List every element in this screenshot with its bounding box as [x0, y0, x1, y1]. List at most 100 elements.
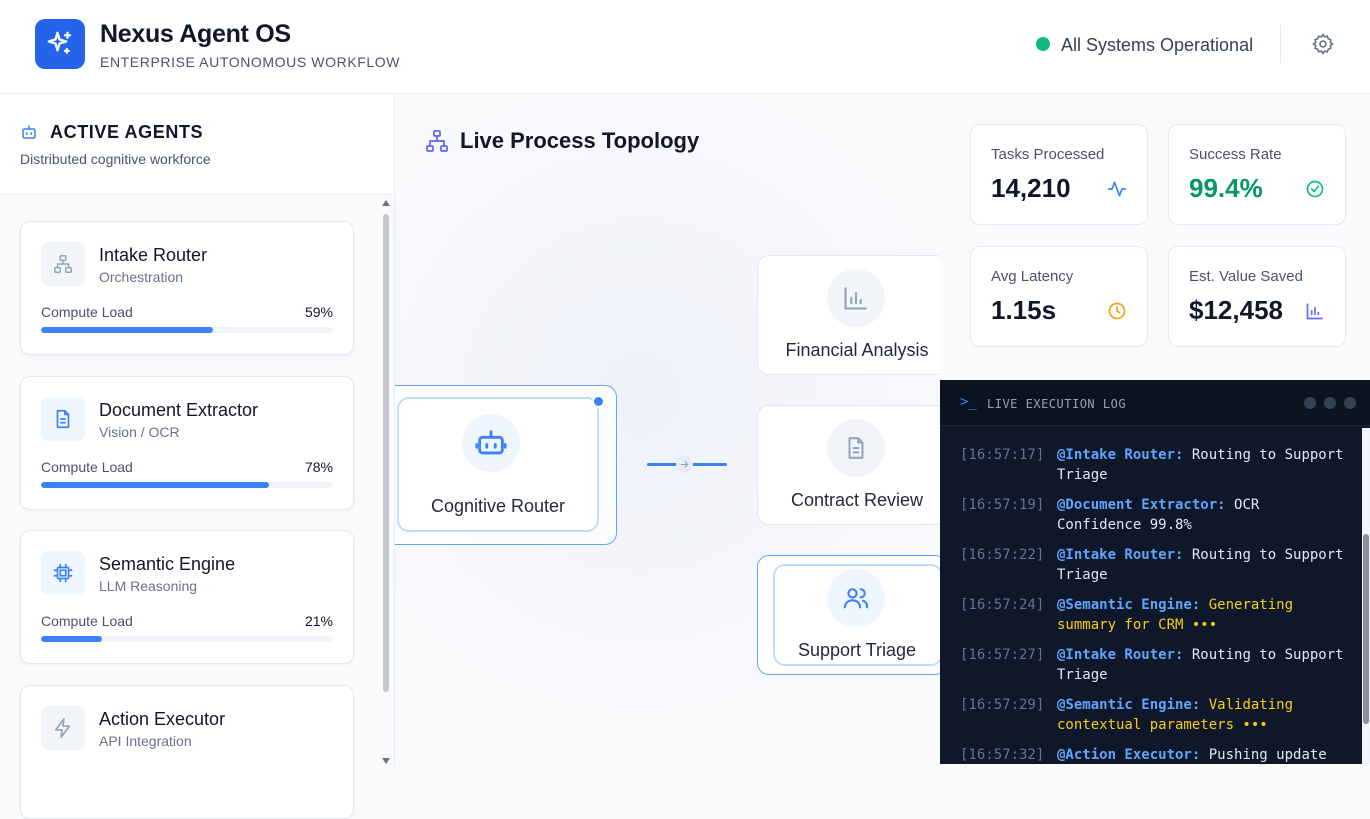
scrollbar-thumb[interactable]	[383, 214, 389, 692]
agent-name: Action Executor	[99, 709, 226, 729]
agent-type: API Integration	[99, 733, 192, 749]
agent-card-intake-router[interactable]: Intake Router Orchestration Compute Load…	[20, 221, 354, 355]
node-label: Financial Analysis	[785, 340, 929, 360]
log-message: @Action Executor: Pushing update	[1057, 745, 1347, 764]
network-icon	[425, 129, 449, 158]
log-agent: @Semantic Engine:	[1057, 697, 1201, 713]
status-indicator-dot	[1036, 37, 1050, 51]
agent-name: Semantic Engine	[99, 554, 236, 574]
node-label: Contract Review	[790, 490, 924, 510]
users-icon	[827, 569, 885, 627]
scroll-down-arrow[interactable]	[382, 758, 390, 764]
load-bar-fill	[41, 327, 214, 333]
window-dot	[1304, 397, 1316, 409]
agent-name: Document Extractor	[99, 400, 259, 420]
agents-sidebar: ACTIVE AGENTS Distributed cognitive work…	[0, 94, 395, 819]
log-time: [16:57:27]	[960, 647, 1045, 663]
load-label: Compute Load	[41, 304, 133, 320]
load-bar	[41, 482, 333, 488]
agent-type: Orchestration	[99, 269, 184, 285]
app-subtitle: ENTERPRISE AUTONOMOUS WORKFLOW	[100, 54, 401, 70]
log-agent: @Semantic Engine:	[1057, 597, 1201, 613]
log-time: [16:57:19]	[960, 497, 1045, 513]
app-header: Nexus Agent OS ENTERPRISE AUTONOMOUS WOR…	[0, 0, 1370, 94]
agent-type: Vision / OCR	[99, 424, 180, 440]
metric-value: $12,458	[1189, 295, 1283, 325]
metric-label: Tasks Processed	[991, 146, 1105, 163]
load-bar-fill	[41, 636, 103, 642]
log-scrollbar-thumb[interactable]	[1363, 534, 1369, 724]
agent-name: Intake Router	[99, 245, 208, 265]
gear-icon[interactable]	[1310, 31, 1336, 57]
window-dot	[1324, 397, 1336, 409]
topology-title: Live Process Topology	[460, 128, 700, 153]
load-label: Compute Load	[41, 459, 133, 475]
metric-value-saved: Est. Value Saved $12,458	[1168, 246, 1346, 347]
log-header: >_ LIVE EXECUTION LOG	[940, 380, 1370, 426]
log-agent: @Action Executor:	[1057, 747, 1201, 763]
load-value: 78%	[304, 459, 333, 475]
check-circle-icon	[1305, 179, 1325, 204]
log-message: @Intake Router: Routing to Support Triag…	[1057, 645, 1347, 685]
metric-label: Success Rate	[1189, 146, 1282, 163]
activity-icon	[1107, 179, 1127, 204]
clock-icon	[1107, 301, 1127, 326]
metrics-panel: Tasks Processed 14,210 Success Rate 99.4…	[940, 94, 1370, 380]
load-bar-fill	[41, 482, 269, 488]
metric-tasks-processed: Tasks Processed 14,210	[970, 124, 1148, 225]
sidebar-title: ACTIVE AGENTS	[50, 122, 204, 142]
sparkle-logo-icon	[35, 19, 85, 69]
lightning-icon	[41, 706, 85, 750]
sidebar-subtitle: Distributed cognitive workforce	[20, 151, 211, 167]
metric-success-rate: Success Rate 99.4%	[1168, 124, 1346, 225]
agent-card-semantic-engine[interactable]: Semantic Engine LLM Reasoning Compute Lo…	[20, 530, 354, 664]
log-agent: @Intake Router:	[1057, 447, 1184, 463]
document-icon	[41, 397, 85, 441]
log-time: [16:57:29]	[960, 697, 1045, 713]
log-body[interactable]: [16:57:17] @Intake Router: Routing to Su…	[940, 426, 1360, 764]
log-fade	[940, 426, 1360, 434]
window-dot	[1344, 397, 1356, 409]
load-bar	[41, 636, 333, 642]
router-label: Cognitive Router	[430, 496, 566, 516]
sidebar-scrollbar[interactable]	[380, 200, 392, 764]
terminal-icon: >_	[960, 394, 977, 410]
bar-chart-icon	[827, 269, 885, 327]
log-message: @Document Extractor: OCR Confidence 99.8…	[1057, 495, 1347, 535]
log-agent: @Document Extractor:	[1057, 497, 1226, 513]
agent-type: LLM Reasoning	[99, 578, 198, 594]
app-title: Nexus Agent OS	[100, 20, 291, 48]
load-value: 21%	[304, 613, 333, 629]
log-title: LIVE EXECUTION LOG	[987, 397, 1127, 411]
agent-card-document-extractor[interactable]: Document Extractor Vision / OCR Compute …	[20, 376, 354, 510]
scroll-up-arrow[interactable]	[382, 200, 390, 206]
log-agent: @Intake Router:	[1057, 647, 1184, 663]
arrow-right-icon	[676, 456, 693, 473]
log-message: @Semantic Engine: Validating contextual …	[1057, 695, 1347, 735]
load-label: Compute Load	[41, 613, 133, 629]
agent-card-action-executor[interactable]: Action Executor API Integration	[20, 685, 354, 819]
sidebar-header: ACTIVE AGENTS Distributed cognitive work…	[0, 94, 394, 195]
log-message: @Semantic Engine: Generating summary for…	[1057, 595, 1347, 635]
log-time: [16:57:32]	[960, 747, 1045, 763]
router-active-dot	[592, 395, 605, 408]
log-time: [16:57:24]	[960, 597, 1045, 613]
log-message: @Intake Router: Routing to Support Triag…	[1057, 545, 1347, 585]
metric-value: 99.4%	[1189, 173, 1263, 203]
metric-label: Avg Latency	[991, 268, 1074, 285]
load-bar	[41, 327, 333, 333]
cpu-icon	[41, 551, 85, 595]
bot-icon	[20, 123, 38, 146]
log-scrollbar[interactable]	[1362, 428, 1370, 764]
log-message: @Intake Router: Routing to Support Triag…	[1057, 445, 1347, 485]
log-time: [16:57:17]	[960, 447, 1045, 463]
log-time: [16:57:22]	[960, 547, 1045, 563]
document-icon	[827, 419, 885, 477]
header-divider	[1280, 25, 1281, 63]
topology-canvas: Live Process Topology Cognitive Router F…	[395, 94, 940, 764]
bar-chart-icon	[1305, 301, 1325, 326]
system-status: All Systems Operational	[1061, 35, 1254, 55]
metric-value: 1.15s	[991, 295, 1057, 325]
hierarchy-icon	[41, 242, 85, 286]
node-label: Support Triage	[797, 640, 917, 660]
